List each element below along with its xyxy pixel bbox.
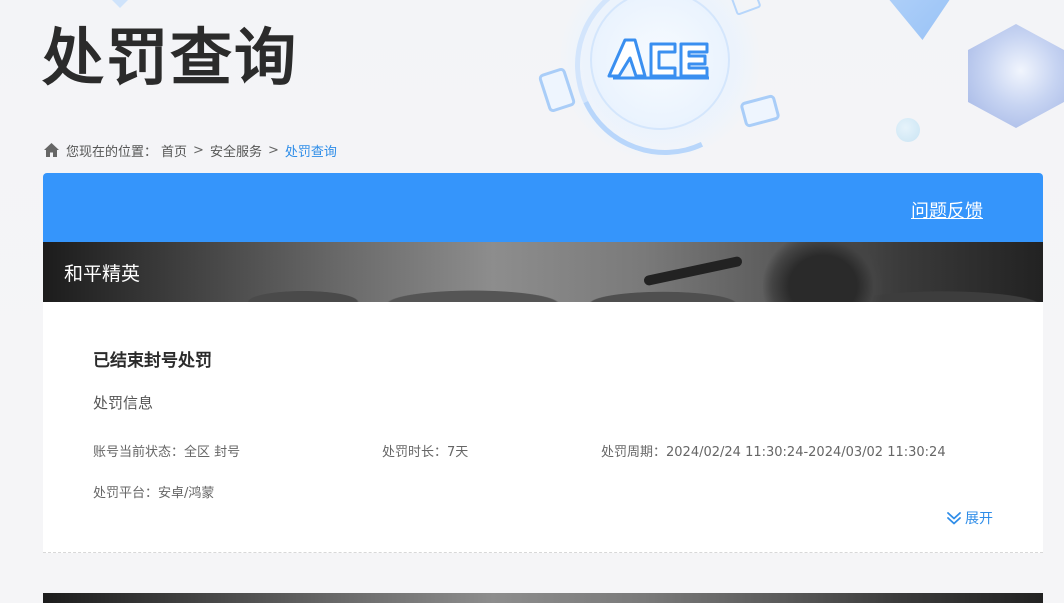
breadcrumb-current: 处罚查询: [284, 144, 337, 160]
period-label: 处罚周期：: [601, 445, 667, 460]
page-title: 处罚查询: [42, 21, 299, 94]
duration-value: 7天: [447, 445, 469, 460]
home-icon: [44, 143, 59, 157]
breadcrumb-security-link[interactable]: 安全服务: [210, 141, 262, 160]
account-status: 账号当前状态：全区 封号: [93, 441, 240, 460]
decor-chip-icon: [730, 0, 762, 16]
game-phone-icon: [537, 66, 577, 114]
record-spacer: [43, 553, 1043, 593]
feedback-link[interactable]: 问题反馈: [911, 197, 983, 223]
penalty-period: 处罚周期：2024/02/24 11:30:24-2024/03/02 11:3…: [601, 441, 946, 460]
page: 处罚查询 您现在的位置： 首页 > 安全服务 > 处罚查询 问题反馈 和平精英 …: [0, 0, 1064, 603]
period-value: 2024/02/24 11:30:24-2024/03/02 11:30:24: [666, 445, 946, 460]
penalty-duration: 处罚时长：7天: [382, 441, 468, 460]
breadcrumb-separator: >: [193, 142, 204, 158]
breadcrumb-separator: >: [267, 142, 279, 158]
platform-value: 安卓/鸿蒙: [158, 486, 215, 501]
status-label: 账号当前状态：: [93, 445, 185, 460]
breadcrumb-home-link[interactable]: 首页: [161, 141, 187, 160]
decor-diamond: [840, 0, 990, 40]
record-title: 已结束封号处罚: [93, 351, 212, 371]
game-banner-next: [43, 593, 1043, 603]
breadcrumb-prefix: 您现在的位置：: [66, 144, 158, 160]
ace-logo: [607, 38, 709, 80]
panel-header: 问题反馈: [43, 173, 1043, 242]
platform-label: 处罚平台：: [93, 486, 159, 501]
decor-bubble: [896, 118, 920, 142]
breadcrumb: 您现在的位置： 首页 > 安全服务 > 处罚查询: [43, 140, 337, 160]
section-label: 处罚信息: [93, 394, 154, 412]
game-phone-icon: [739, 93, 781, 129]
game-banner: 和平精英: [43, 242, 1043, 302]
info-row: 账号当前状态：全区 封号 处罚时长：7天 处罚周期：2024/02/24 11:…: [93, 441, 993, 460]
expand-label: 展开: [965, 511, 993, 527]
character-avatar-hex: [968, 24, 1064, 128]
penalty-record: 已结束封号处罚 处罚信息 账号当前状态：全区 封号 处罚时长：7天 处罚周期：2…: [43, 302, 1043, 553]
banner-scenery: [43, 266, 1043, 302]
double-chevron-down-icon: [947, 512, 961, 525]
duration-label: 处罚时长：: [382, 445, 448, 460]
decor-triangle: [100, 0, 140, 8]
status-value: 全区 封号: [184, 445, 241, 460]
game-name: 和平精英: [64, 263, 141, 285]
decor-ring-arc: [549, 0, 781, 181]
expand-button[interactable]: 展开: [946, 508, 993, 528]
penalty-platform: 处罚平台：安卓/鸿蒙: [93, 482, 214, 501]
penalty-panel: 问题反馈 和平精英 已结束封号处罚 处罚信息 账号当前状态：全区 封号 处罚时长…: [43, 173, 1043, 603]
banner-character: [763, 242, 883, 302]
